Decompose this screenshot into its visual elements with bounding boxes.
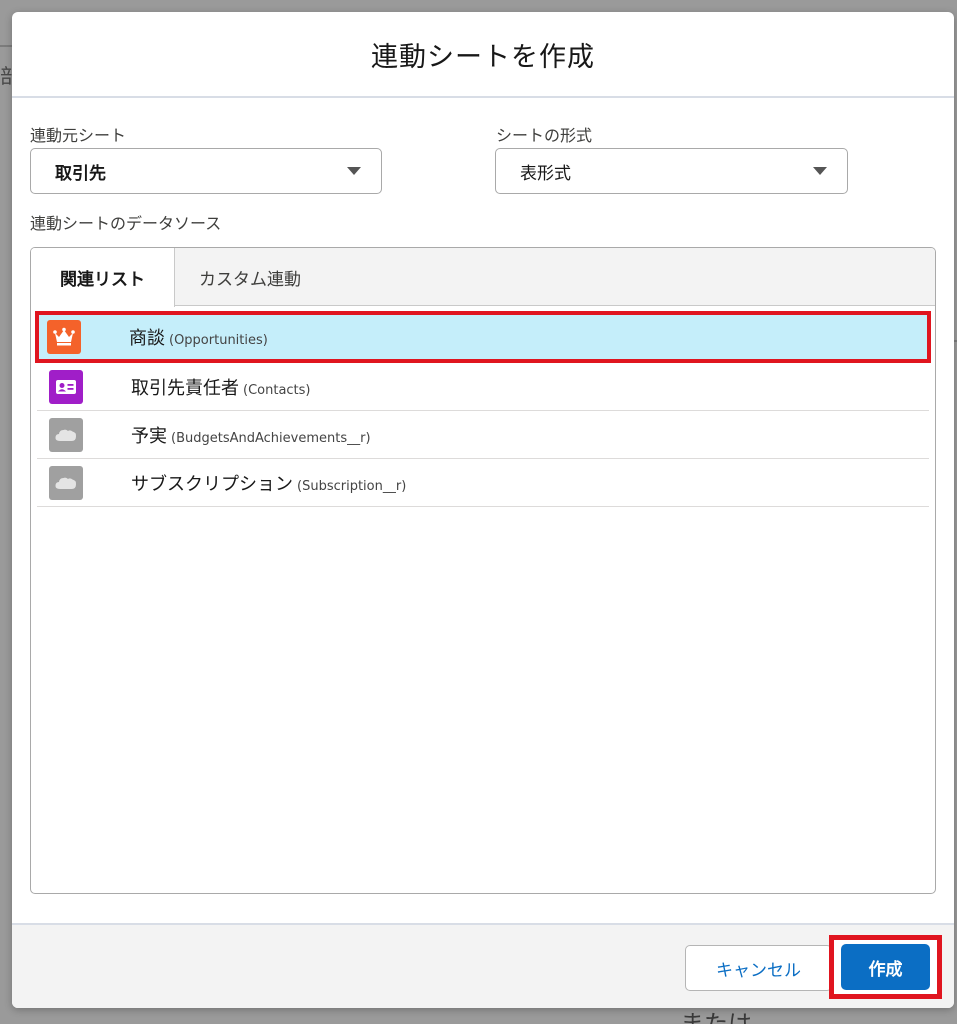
- related-list: 商談 (Opportunities) 取引先責任者 (Contacts) 予実 (Bu…: [35, 311, 931, 507]
- tab-bar: 関連リスト カスタム連動: [31, 248, 935, 307]
- list-item-name: 商談: [129, 328, 165, 349]
- chevron-down-icon: [813, 167, 827, 175]
- list-item-api-name: (BudgetsAndAchievements__r): [171, 430, 371, 446]
- list-item-opportunities[interactable]: 商談 (Opportunities): [35, 311, 931, 363]
- data-source-label: 連動シートのデータソース: [30, 214, 222, 233]
- list-item-contacts[interactable]: 取引先責任者 (Contacts): [37, 363, 929, 411]
- source-sheet-value: 取引先: [55, 163, 106, 184]
- list-item-name: 取引先責任者: [131, 377, 239, 399]
- list-item-label: 予実 (BudgetsAndAchievements__r): [131, 422, 371, 448]
- create-button[interactable]: 作成: [841, 944, 930, 990]
- create-button-highlight: 作成: [829, 935, 942, 999]
- crown-icon: [47, 320, 81, 354]
- sheet-format-select[interactable]: 表形式: [495, 148, 848, 194]
- source-sheet-select[interactable]: 取引先: [30, 148, 382, 194]
- list-item-subscription[interactable]: サブスクリプション (Subscription__r): [37, 459, 929, 507]
- data-source-tabs: 関連リスト カスタム連動 商談 (Opportunities) 取引先責任者 (Co…: [30, 247, 936, 894]
- dialog-header: 連動シートを作成: [12, 12, 954, 98]
- sheet-format-label: シートの形式: [496, 126, 593, 145]
- sheet-format-value: 表形式: [520, 163, 571, 184]
- list-item-api-name: (Subscription__r): [297, 478, 407, 494]
- tab-related-list[interactable]: 関連リスト: [31, 248, 175, 307]
- list-item-api-name: (Opportunities): [169, 333, 268, 348]
- list-item-budgets[interactable]: 予実 (BudgetsAndAchievements__r): [37, 411, 929, 459]
- list-item-label: サブスクリプション (Subscription__r): [131, 470, 406, 496]
- create-linked-sheet-dialog: 連動シートを作成 連動元シート 取引先 シートの形式 表形式 連動シートのデータ…: [12, 12, 954, 1008]
- dialog-footer: キャンセル 作成: [12, 923, 954, 1008]
- list-item-name: 予実: [131, 425, 167, 447]
- source-sheet-label: 連動元シート: [30, 126, 127, 145]
- tab-custom-link[interactable]: カスタム連動: [175, 248, 325, 306]
- cancel-button[interactable]: キャンセル: [685, 945, 832, 991]
- cloud-icon: [49, 465, 83, 500]
- list-item-api-name: (Contacts): [243, 382, 311, 398]
- list-item-label: 商談 (Opportunities): [129, 324, 268, 350]
- list-item-label: 取引先責任者 (Contacts): [131, 374, 311, 400]
- cloud-icon: [49, 417, 83, 452]
- chevron-down-icon: [347, 167, 361, 175]
- dialog-title: 連動シートを作成: [371, 41, 595, 73]
- list-item-name: サブスクリプション: [131, 473, 293, 495]
- contact-card-icon: [49, 369, 83, 404]
